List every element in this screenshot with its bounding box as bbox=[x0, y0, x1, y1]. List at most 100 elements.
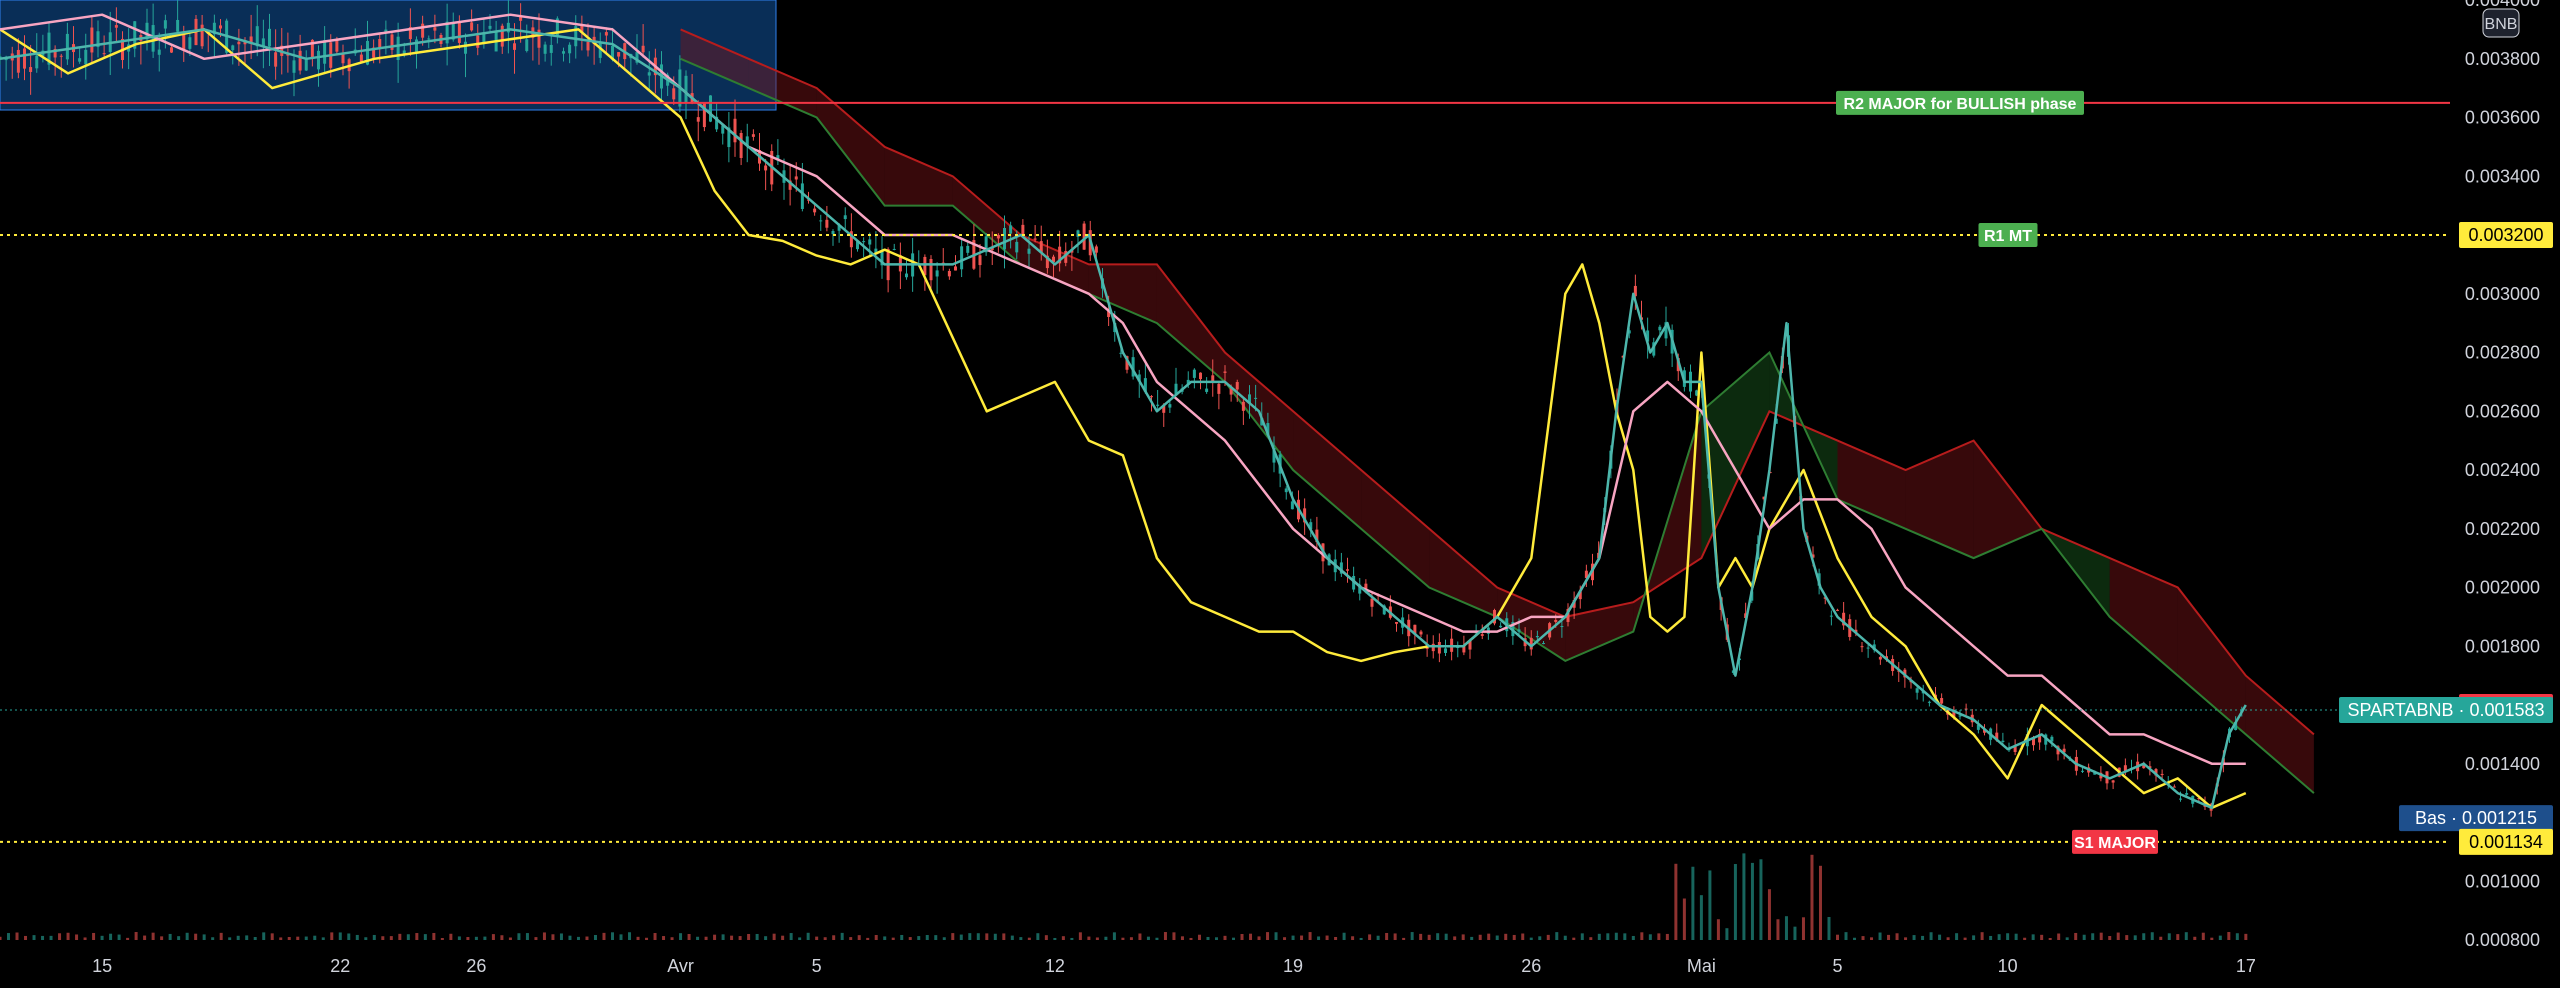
candle-body bbox=[415, 39, 418, 52]
volume-bar bbox=[245, 935, 249, 940]
volume-bar bbox=[1172, 932, 1176, 940]
volume-bar bbox=[219, 932, 223, 940]
volume-bar bbox=[1725, 928, 1729, 940]
volume-bar bbox=[925, 935, 929, 940]
volume-bar bbox=[2014, 933, 2018, 940]
volume-bar bbox=[730, 935, 734, 940]
volume-bar bbox=[398, 933, 402, 940]
volume-bar bbox=[2150, 932, 2154, 940]
volume-bar bbox=[432, 932, 436, 940]
volume-bar bbox=[1129, 937, 1133, 940]
volume-bar bbox=[1214, 937, 1218, 940]
candle-body bbox=[1205, 388, 1209, 392]
volume-bar bbox=[576, 936, 580, 940]
candle-body bbox=[427, 38, 431, 40]
volume-bar bbox=[1810, 854, 1814, 940]
candle-body bbox=[1192, 369, 1196, 378]
volume-bar bbox=[1419, 933, 1423, 940]
price-chart[interactable]: R2 MAJOR for BULLISH phaseR1 MTS1 MAJOR … bbox=[0, 0, 2560, 988]
x-tick-label: Avr bbox=[667, 956, 694, 976]
volume-bar bbox=[1504, 933, 1508, 940]
candle-body bbox=[1009, 225, 1013, 234]
candle-body bbox=[298, 50, 302, 71]
candle-body bbox=[935, 270, 939, 277]
volume-bar bbox=[1385, 932, 1389, 940]
volume-bar bbox=[1657, 933, 1661, 940]
volume-bar bbox=[1300, 935, 1304, 940]
volume-bar bbox=[1257, 936, 1261, 940]
volume-bar bbox=[491, 934, 495, 940]
volume-bar bbox=[1767, 889, 1771, 940]
symbol-badge-label: BNB bbox=[2485, 16, 2518, 33]
volume-bar bbox=[704, 936, 708, 940]
volume-bar bbox=[2091, 933, 2095, 940]
volume-bar bbox=[262, 932, 266, 940]
volume-bar bbox=[934, 935, 938, 940]
candle-body bbox=[1499, 625, 1503, 628]
x-tick-label: 26 bbox=[1521, 956, 1541, 976]
volume-bar bbox=[1078, 932, 1082, 940]
volume-bar bbox=[364, 937, 368, 940]
volume-bar bbox=[602, 932, 606, 940]
price-tag: 0.001134 bbox=[2459, 828, 2553, 855]
candle-body bbox=[684, 75, 688, 103]
volume-bar bbox=[2031, 934, 2035, 940]
volume-bar bbox=[517, 933, 521, 940]
volume-bar bbox=[1708, 870, 1712, 940]
candle-body bbox=[1878, 656, 1882, 660]
volume-bar bbox=[2048, 937, 2052, 940]
volume-bar bbox=[653, 933, 657, 940]
volume-bar bbox=[713, 934, 717, 940]
volume-bar bbox=[1249, 933, 1253, 940]
candle-body bbox=[905, 273, 908, 278]
volume-bar bbox=[908, 937, 912, 940]
candle-body bbox=[1254, 397, 1258, 399]
volume-bar bbox=[1793, 926, 1797, 940]
candle-body bbox=[868, 239, 872, 245]
candle-body bbox=[114, 25, 118, 28]
volume-bar bbox=[542, 932, 546, 940]
volume-bar bbox=[66, 932, 70, 940]
volume-bar bbox=[1232, 937, 1236, 940]
volume-bar bbox=[1163, 932, 1167, 940]
candle-body bbox=[1560, 626, 1564, 628]
volume-bar bbox=[1368, 934, 1372, 940]
volume-bar bbox=[1351, 936, 1355, 940]
volume-bar bbox=[83, 937, 87, 940]
volume-bar bbox=[1427, 934, 1431, 940]
volume-bar bbox=[1461, 934, 1465, 940]
volume-bar bbox=[236, 935, 240, 940]
volume-bar bbox=[109, 933, 113, 940]
candle-body bbox=[586, 41, 590, 51]
candle-body bbox=[1241, 401, 1245, 411]
volume-bar bbox=[559, 933, 563, 940]
candle-body bbox=[1015, 241, 1019, 253]
volume-bar bbox=[670, 937, 674, 940]
volume-bar bbox=[781, 935, 785, 940]
volume-bar bbox=[1818, 865, 1822, 940]
volume-bar bbox=[1597, 933, 1601, 940]
volume-bar bbox=[1733, 864, 1737, 940]
volume-bar bbox=[1546, 934, 1550, 940]
symbol-badge[interactable]: BNB bbox=[2482, 8, 2520, 38]
candle-body bbox=[1915, 688, 1919, 693]
candle-body bbox=[2179, 798, 2182, 800]
volume-bar bbox=[2184, 932, 2188, 940]
volume-bar bbox=[2108, 936, 2112, 940]
candle-body bbox=[1094, 246, 1098, 253]
volume-bar bbox=[1283, 937, 1287, 940]
volume-bar bbox=[832, 935, 836, 940]
candle-body bbox=[1836, 609, 1839, 611]
volume-bar bbox=[7, 933, 11, 940]
volume-bar bbox=[1640, 932, 1644, 940]
volume-bar bbox=[525, 933, 529, 940]
candle-body bbox=[1927, 701, 1931, 703]
volume-bar bbox=[160, 936, 164, 940]
candle-body bbox=[764, 165, 768, 171]
candle-body bbox=[488, 25, 492, 29]
volume-bar bbox=[75, 934, 79, 940]
volume-bar bbox=[951, 933, 955, 940]
volume-bar bbox=[1997, 934, 2001, 940]
candle-body bbox=[525, 39, 529, 51]
volume-bar bbox=[2057, 933, 2061, 940]
